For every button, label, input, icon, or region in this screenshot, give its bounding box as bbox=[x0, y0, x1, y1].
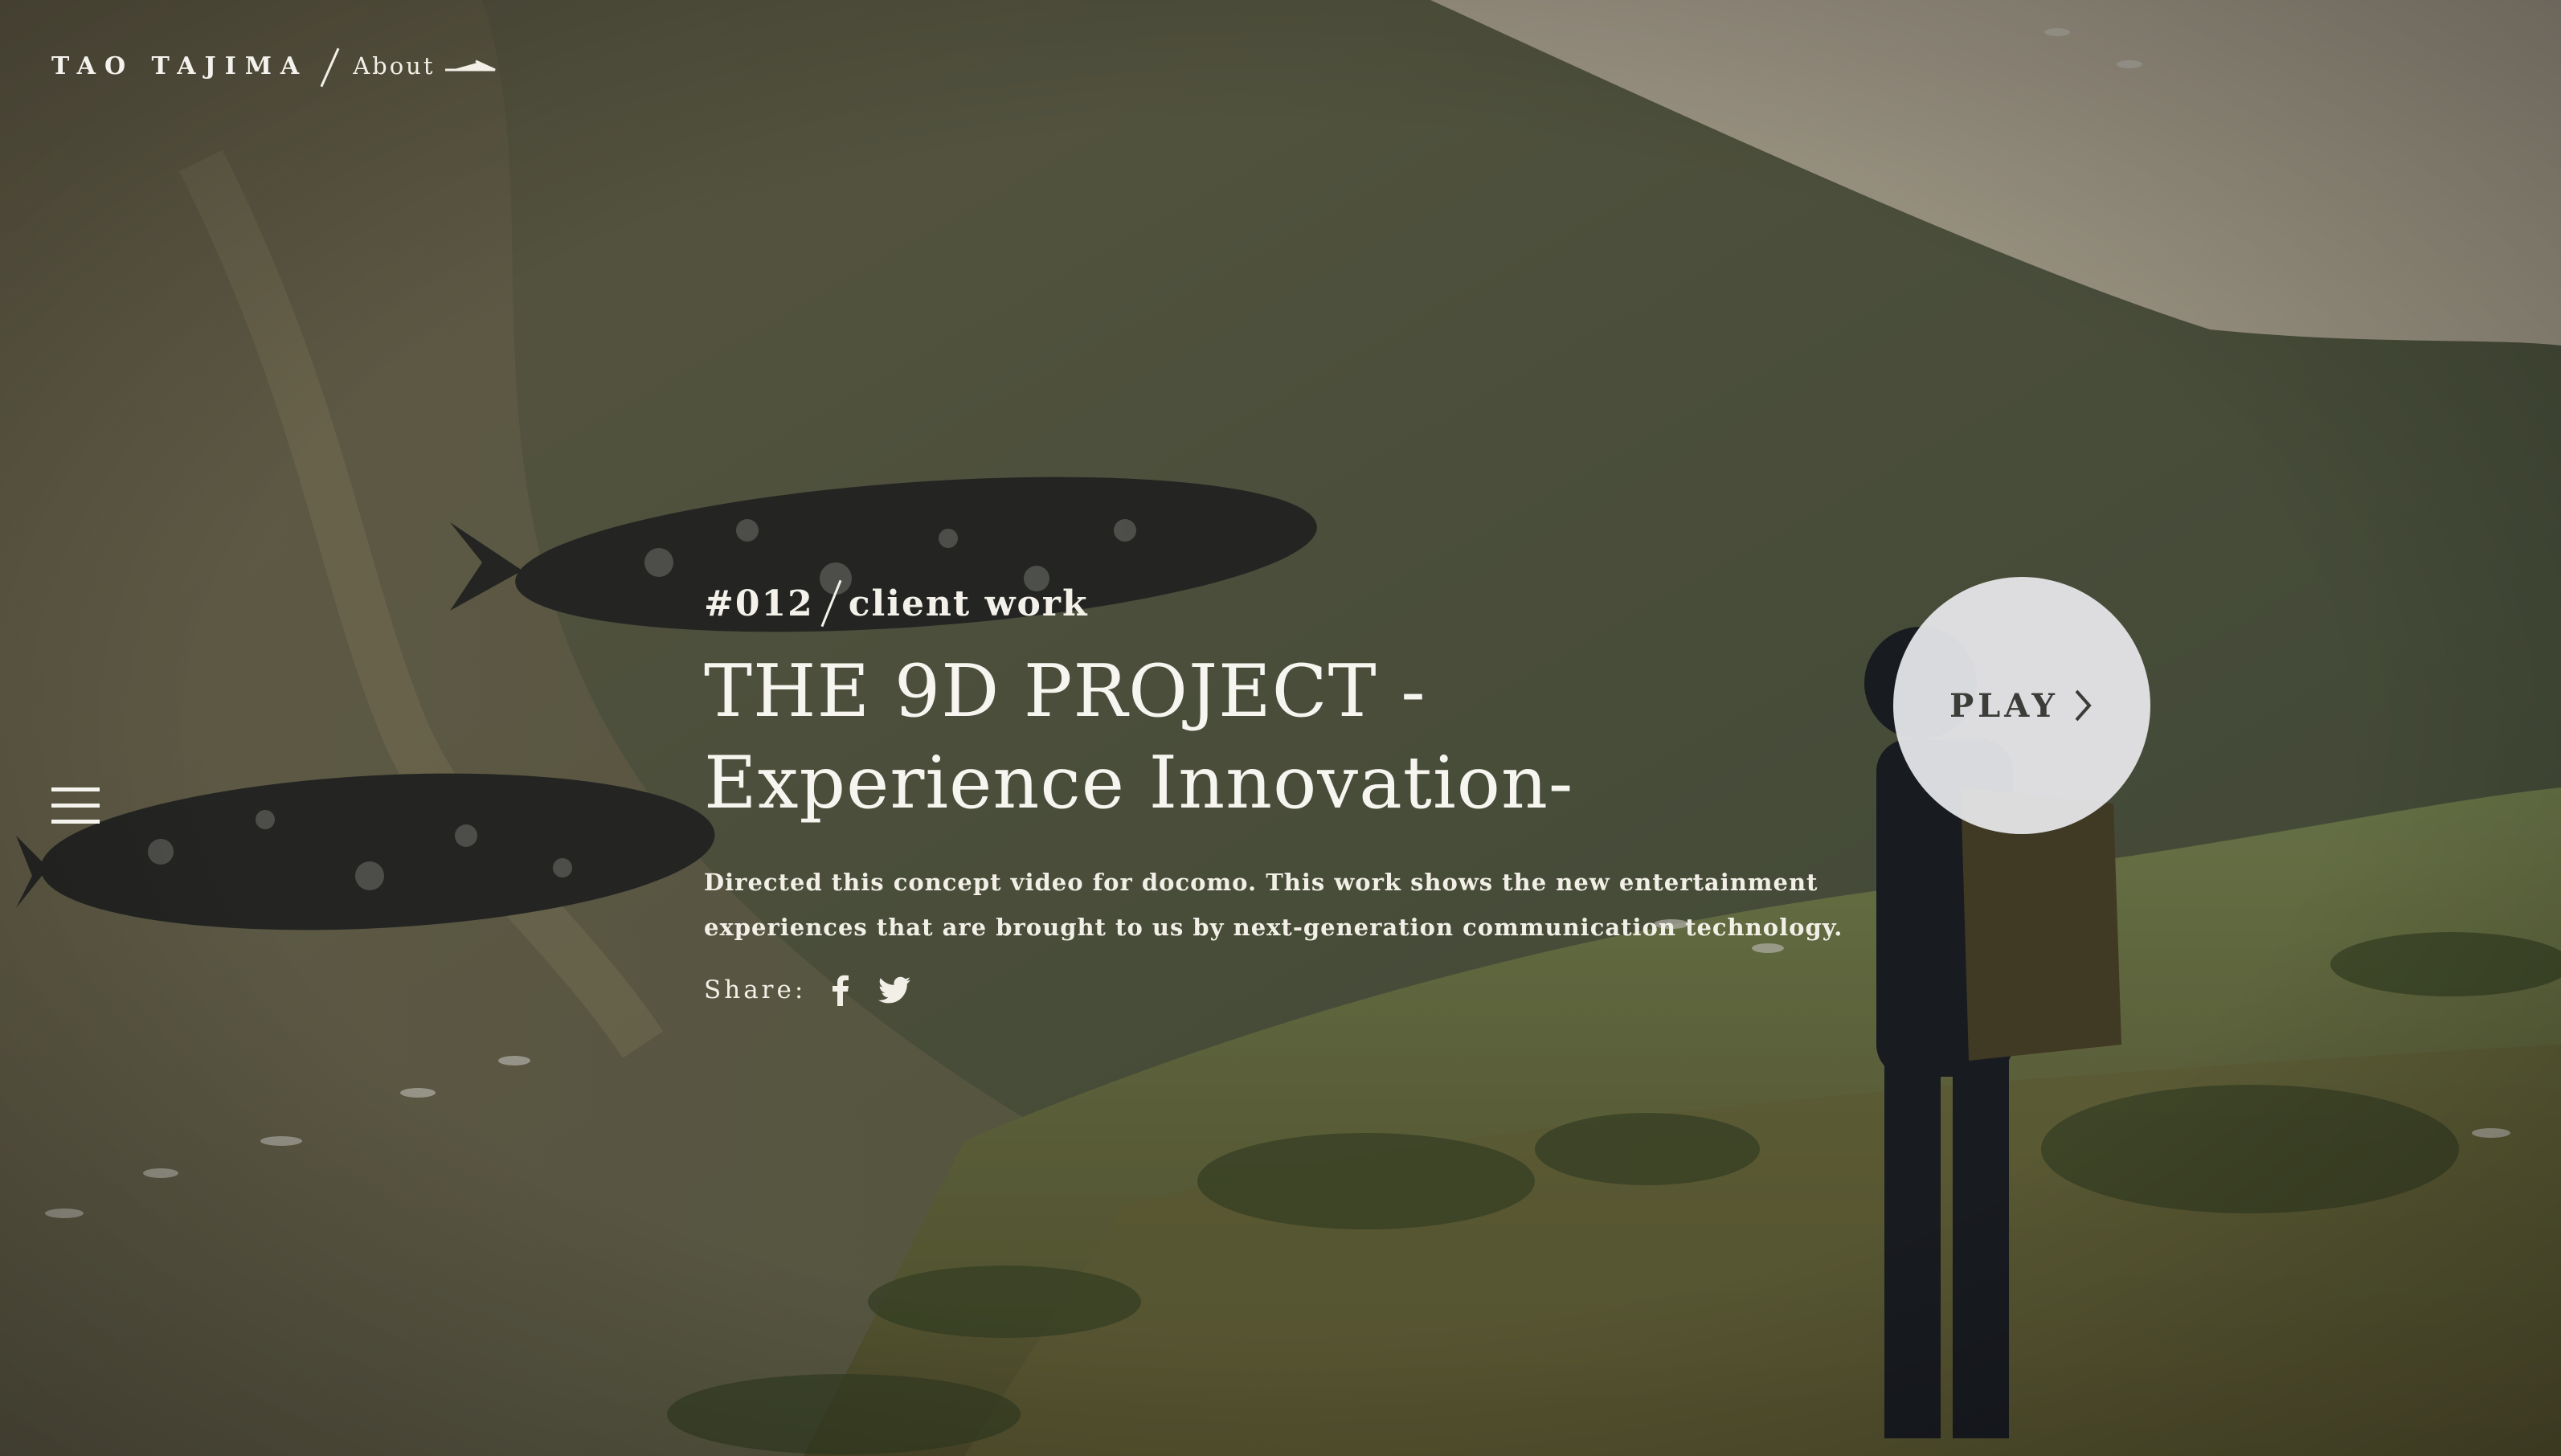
site-header: TAO TAJIMA About bbox=[51, 42, 498, 90]
work-category[interactable]: client work bbox=[849, 583, 1089, 624]
site-logo[interactable]: TAO TAJIMA bbox=[51, 52, 308, 80]
share-bar: Share: bbox=[704, 972, 1861, 1008]
menu-line bbox=[51, 804, 100, 808]
twitter-icon[interactable] bbox=[877, 972, 912, 1008]
chevron-right-icon bbox=[2075, 689, 2092, 722]
play-label: PLAY bbox=[1949, 686, 2059, 725]
about-label: About bbox=[353, 52, 436, 80]
facebook-icon[interactable] bbox=[824, 972, 859, 1008]
header-divider bbox=[329, 45, 332, 87]
arrow-right-icon bbox=[444, 59, 496, 72]
menu-line bbox=[51, 787, 100, 791]
work-info: #012 client work THE 9D PROJECT -Experie… bbox=[704, 579, 1861, 1008]
kicker-divider bbox=[820, 579, 842, 628]
work-kicker: #012 client work bbox=[704, 579, 1861, 628]
hamburger-menu-icon[interactable] bbox=[51, 787, 100, 826]
work-description: Directed this concept video for docomo. … bbox=[704, 869, 1843, 941]
about-link[interactable]: About bbox=[353, 52, 497, 80]
work-number: #012 bbox=[704, 583, 814, 624]
menu-line bbox=[51, 820, 100, 824]
work-title: THE 9D PROJECT -Experience Innovation- bbox=[704, 649, 1574, 825]
play-button[interactable]: PLAY bbox=[1893, 577, 2150, 834]
share-label: Share: bbox=[704, 975, 807, 1004]
